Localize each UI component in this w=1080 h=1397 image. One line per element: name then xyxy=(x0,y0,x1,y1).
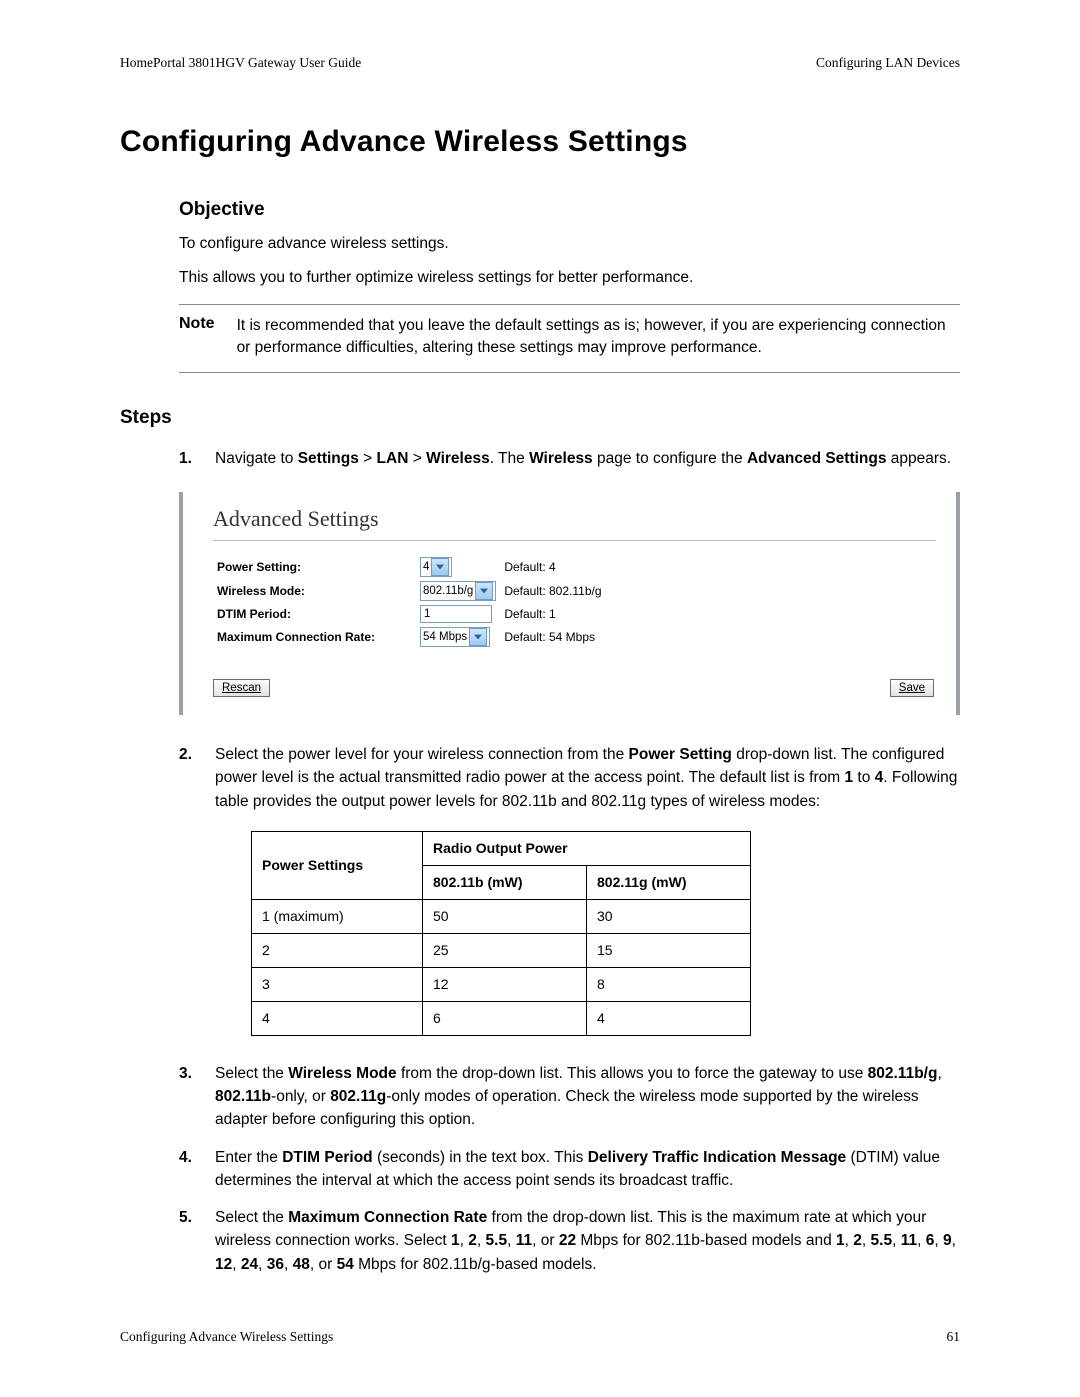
power-output-table: Power Settings Radio Output Power 802.11… xyxy=(251,831,751,1036)
header-right: Configuring LAN Devices xyxy=(816,55,960,71)
step-4-num: 4. xyxy=(179,1146,192,1169)
table-row: 1 (maximum) 50 30 xyxy=(252,899,751,933)
note-block: Note It is recommended that you leave th… xyxy=(179,304,960,373)
rescan-button[interactable]: Rescan xyxy=(213,679,270,697)
chevron-down-icon xyxy=(469,628,487,646)
steps-heading: Steps xyxy=(120,407,960,429)
step-4-text: Enter the DTIM Period (seconds) in the t… xyxy=(215,1149,940,1189)
dtim-period-label: DTIM Period: xyxy=(213,603,416,625)
step-4: 4. Enter the DTIM Period (seconds) in th… xyxy=(179,1146,960,1193)
th-802-11g: 802.11g (mW) xyxy=(587,865,751,899)
wireless-mode-label: Wireless Mode: xyxy=(213,579,416,603)
step-5: 5. Select the Maximum Connection Rate fr… xyxy=(179,1206,960,1276)
objective-p1: To configure advance wireless settings. xyxy=(179,233,960,255)
footer-page-number: 61 xyxy=(947,1329,961,1345)
chevron-down-icon xyxy=(431,558,449,576)
th-power-settings: Power Settings xyxy=(252,831,423,899)
save-button[interactable]: Save xyxy=(890,679,934,697)
step-2-num: 2. xyxy=(179,743,192,766)
page-title: Configuring Advance Wireless Settings xyxy=(120,125,960,159)
advanced-settings-form: Power Setting: 4 Default: 4 Wireless Mod… xyxy=(213,555,606,649)
advanced-settings-panel: Advanced Settings Power Setting: 4 Defau… xyxy=(179,492,960,715)
step-2-text: Select the power level for your wireless… xyxy=(215,746,957,810)
header-left: HomePortal 3801HGV Gateway User Guide xyxy=(120,55,361,71)
wireless-mode-value: 802.11b/g xyxy=(423,585,473,597)
max-conn-rate-label: Maximum Connection Rate: xyxy=(213,625,416,649)
step-5-text: Select the Maximum Connection Rate from … xyxy=(215,1209,956,1273)
step-3: 3. Select the Wireless Mode from the dro… xyxy=(179,1062,960,1132)
running-header: HomePortal 3801HGV Gateway User Guide Co… xyxy=(120,55,960,71)
max-conn-rate-select[interactable]: 54 Mbps xyxy=(420,627,490,647)
power-setting-default: Default: 4 xyxy=(500,555,605,579)
step-1-num: 1. xyxy=(179,447,192,470)
power-setting-value: 4 xyxy=(423,561,429,573)
dtim-period-default: Default: 1 xyxy=(500,603,605,625)
step-1-text: Navigate to Settings > LAN > Wireless. T… xyxy=(215,450,951,467)
max-conn-rate-default: Default: 54 Mbps xyxy=(500,625,605,649)
table-row: 2 25 15 xyxy=(252,933,751,967)
footer-left: Configuring Advance Wireless Settings xyxy=(120,1329,333,1345)
power-setting-label: Power Setting: xyxy=(213,555,416,579)
note-text: It is recommended that you leave the def… xyxy=(237,315,960,360)
th-802-11b: 802.11b (mW) xyxy=(423,865,587,899)
step-5-num: 5. xyxy=(179,1206,192,1229)
table-row: 4 6 4 xyxy=(252,1001,751,1035)
objective-p2: This allows you to further optimize wire… xyxy=(179,267,960,289)
note-label: Note xyxy=(179,315,215,360)
step-3-num: 3. xyxy=(179,1062,192,1085)
step-3-text: Select the Wireless Mode from the drop-d… xyxy=(215,1065,942,1129)
divider xyxy=(213,540,936,541)
wireless-mode-default: Default: 802.11b/g xyxy=(500,579,605,603)
dtim-period-input[interactable] xyxy=(420,605,492,623)
step-1: 1. Navigate to Settings > LAN > Wireless… xyxy=(179,447,960,470)
objective-heading: Objective xyxy=(179,199,960,221)
wireless-mode-select[interactable]: 802.11b/g xyxy=(420,581,496,601)
max-conn-rate-value: 54 Mbps xyxy=(423,631,467,643)
power-setting-select[interactable]: 4 xyxy=(420,557,452,577)
table-row: 3 12 8 xyxy=(252,967,751,1001)
advanced-settings-title: Advanced Settings xyxy=(213,506,936,532)
step-2: 2. Select the power level for your wirel… xyxy=(179,743,960,1036)
chevron-down-icon xyxy=(475,582,493,600)
running-footer: Configuring Advance Wireless Settings 61 xyxy=(120,1329,960,1345)
th-radio-output: Radio Output Power xyxy=(423,831,751,865)
page: HomePortal 3801HGV Gateway User Guide Co… xyxy=(0,0,1080,1397)
